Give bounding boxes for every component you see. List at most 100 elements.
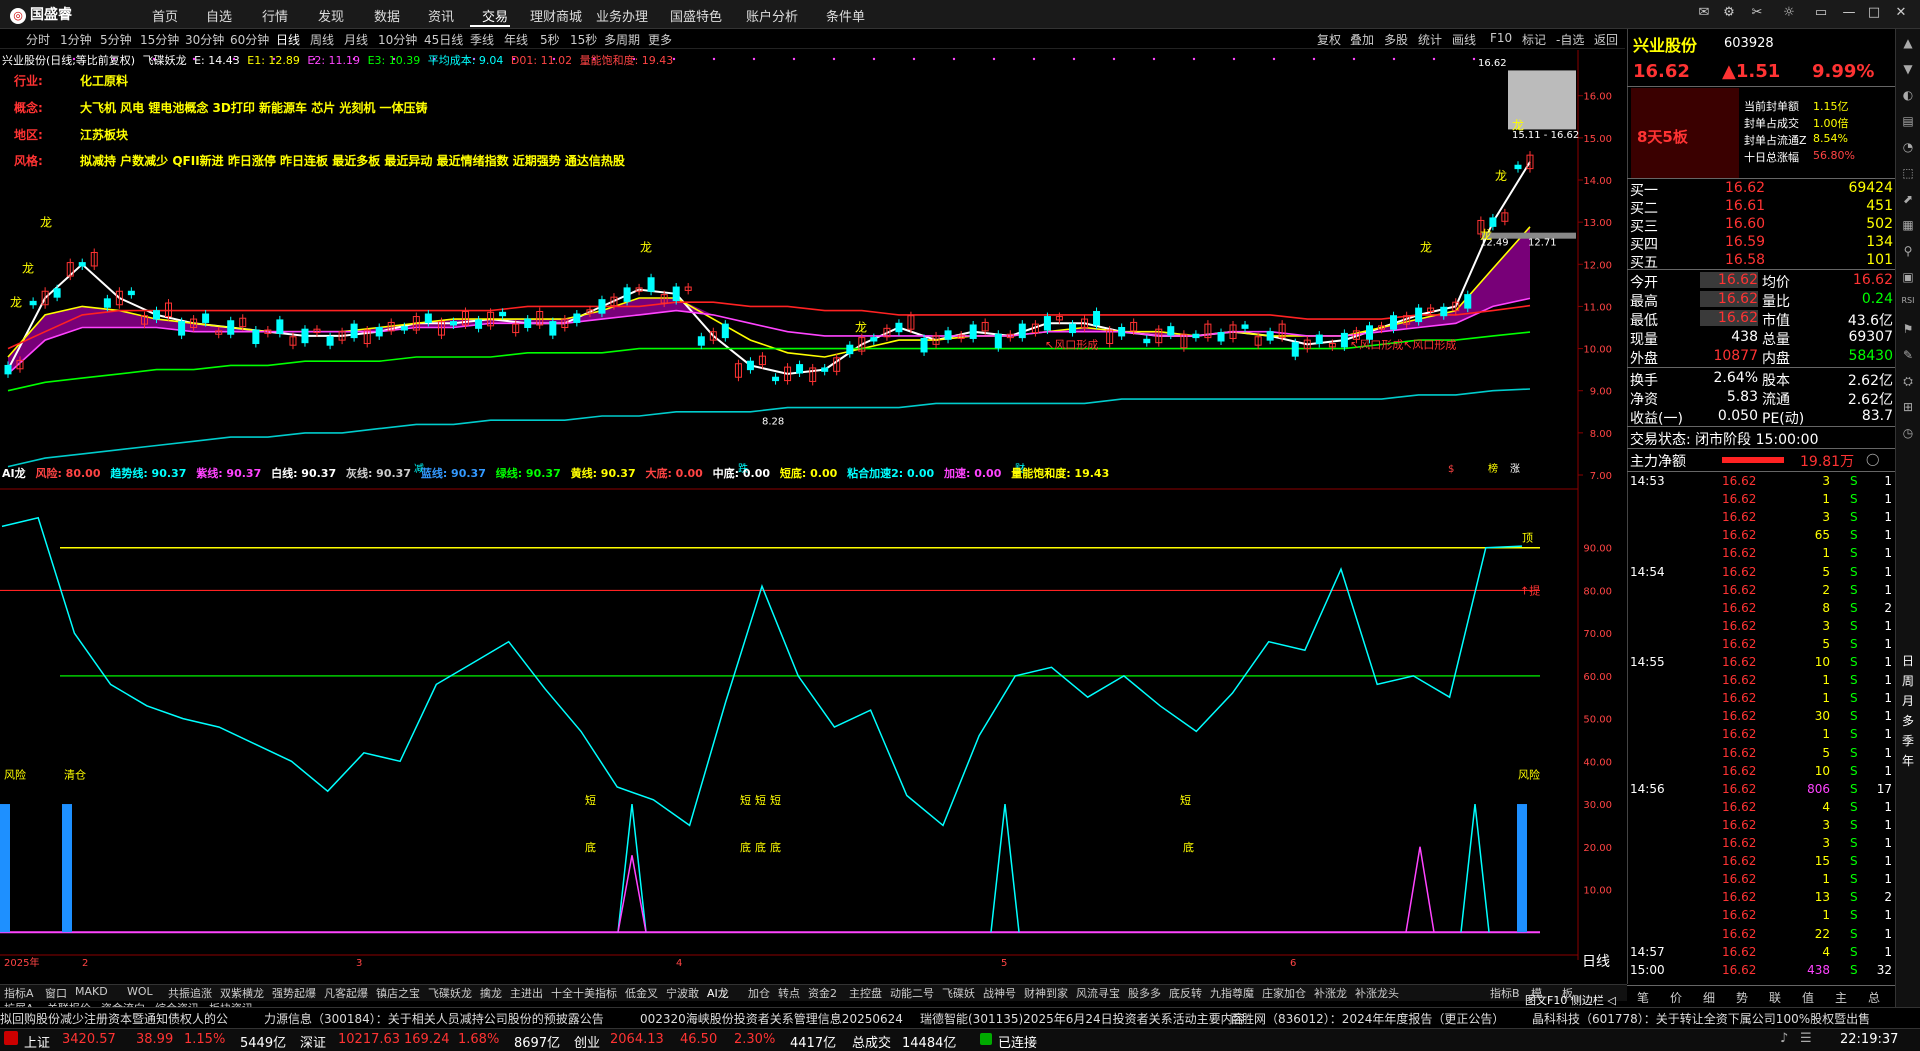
tool-3[interactable]: 统计 bbox=[1418, 31, 1442, 48]
menu-8[interactable]: 业务办理 bbox=[596, 6, 648, 25]
indicator-tab-16[interactable]: 加仓 bbox=[748, 985, 770, 1001]
quote-tab-2[interactable]: 细 bbox=[1703, 989, 1715, 1006]
indicator-tab-15[interactable]: AI龙 bbox=[707, 985, 729, 1001]
indicator-tab-23[interactable]: 财神到家 bbox=[1024, 985, 1068, 1001]
indicator-tab-19[interactable]: 主控盘 bbox=[849, 985, 882, 1001]
period-2[interactable]: 5分钟 bbox=[100, 31, 132, 48]
flow-chevron-icon[interactable]: ◯ bbox=[1866, 452, 1879, 466]
sound-icon[interactable]: ♪ bbox=[1780, 1031, 1788, 1046]
window-icon[interactable]: ⬚ bbox=[1900, 166, 1916, 182]
cy-label[interactable]: 创业 bbox=[574, 1032, 600, 1051]
menu-0[interactable]: 首页 bbox=[152, 6, 178, 25]
indicator-tab-9[interactable]: 飞碟妖龙 bbox=[428, 985, 472, 1001]
menu-4[interactable]: 数据 bbox=[374, 6, 400, 25]
period-16[interactable]: 更多 bbox=[648, 31, 672, 48]
side-period-2[interactable]: 月 bbox=[1900, 692, 1916, 708]
menu-11[interactable]: 条件单 bbox=[826, 6, 865, 25]
menu-2[interactable]: 行情 bbox=[262, 6, 288, 25]
tool-7[interactable]: -自选 bbox=[1556, 31, 1584, 48]
search-icon[interactable]: ⚲ bbox=[1900, 244, 1916, 260]
period-3[interactable]: 15分钟 bbox=[140, 31, 179, 48]
indicator-tab-31[interactable]: 指标B bbox=[1490, 985, 1520, 1001]
side-period-0[interactable]: 日 bbox=[1900, 652, 1916, 668]
tool-6[interactable]: 标记 bbox=[1522, 31, 1546, 48]
news-item-2[interactable]: 002320海峡股份投资者关系管理信息20250624 bbox=[640, 1010, 903, 1027]
news-item-1[interactable]: 力源信息（300184）：关于相关人员减持公司股份的预披露公告 bbox=[264, 1010, 604, 1027]
pen-icon[interactable]: ✎ bbox=[1900, 348, 1916, 364]
flag-icon[interactable]: ⚑ bbox=[1900, 322, 1916, 338]
trend-icon[interactable]: ⬈ bbox=[1900, 192, 1916, 208]
indicator-tab-29[interactable]: 补涨龙 bbox=[1314, 985, 1347, 1001]
side-period-3[interactable]: 多 bbox=[1900, 712, 1916, 728]
indicator-tab-4[interactable]: 共振追涨 bbox=[168, 985, 212, 1001]
up-arrow-icon[interactable]: ▲ bbox=[1900, 36, 1916, 52]
menu-9[interactable]: 国盛特色 bbox=[670, 6, 722, 25]
period-0[interactable]: 分时 bbox=[26, 31, 50, 48]
quote-tab-6[interactable]: 主 bbox=[1835, 989, 1847, 1006]
tool-0[interactable]: 复权 bbox=[1317, 31, 1341, 48]
sh-label[interactable]: 上证 bbox=[24, 1032, 50, 1051]
menu-10[interactable]: 账户分析 bbox=[746, 6, 798, 25]
tool-8[interactable]: 返回 bbox=[1594, 31, 1618, 48]
period-9[interactable]: 10分钟 bbox=[378, 31, 417, 48]
quote-tab-7[interactable]: 总 bbox=[1868, 989, 1880, 1006]
legend-indicator[interactable]: 飞碟妖龙 bbox=[143, 54, 187, 67]
indicator-tab-2[interactable]: MAKD bbox=[75, 985, 108, 998]
layout-icon[interactable]: ⊞ bbox=[1900, 400, 1916, 416]
indicator-tab-28[interactable]: 庄家加仓 bbox=[1262, 985, 1306, 1001]
period-11[interactable]: 季线 bbox=[470, 31, 494, 48]
list-icon[interactable]: ▤ bbox=[1900, 114, 1916, 130]
period-5[interactable]: 60分钟 bbox=[230, 31, 269, 48]
indicator-tab-11[interactable]: 主进出 bbox=[510, 985, 543, 1001]
period-7[interactable]: 周线 bbox=[310, 31, 334, 48]
indicator-tab-25[interactable]: 股多多 bbox=[1128, 985, 1161, 1001]
side-period-5[interactable]: 年 bbox=[1900, 752, 1916, 768]
news-item-3[interactable]: 瑞德智能(301135)2025年6月24日投资者关系活动主要内容 bbox=[920, 1010, 1245, 1027]
indicator-tab-21[interactable]: 飞碟妖 bbox=[942, 985, 975, 1001]
menu-3[interactable]: 发现 bbox=[318, 6, 344, 25]
indicator-tab-10[interactable]: 擒龙 bbox=[480, 985, 502, 1001]
tool-1[interactable]: 叠加 bbox=[1350, 31, 1374, 48]
side-period-1[interactable]: 周 bbox=[1900, 672, 1916, 688]
news-item-0[interactable]: 拟回购股份减少注册资本暨通知债权人的公 bbox=[0, 1010, 228, 1027]
close-icon[interactable]: ✕ bbox=[1892, 4, 1910, 22]
grid-icon[interactable]: ▦ bbox=[1900, 218, 1916, 234]
menu-6[interactable]: 交易 bbox=[482, 6, 508, 25]
tuwen-f10[interactable]: 图文F10 侧边栏 ◁ bbox=[1525, 992, 1616, 1008]
tool-5[interactable]: F10 bbox=[1490, 31, 1512, 45]
quote-tab-4[interactable]: 联 bbox=[1769, 989, 1781, 1006]
indicator-tab-6[interactable]: 强势起爆 bbox=[272, 985, 316, 1001]
indicator-tab-27[interactable]: 九指尊魔 bbox=[1210, 985, 1254, 1001]
menu-7[interactable]: 理财商城 bbox=[530, 6, 582, 25]
period-4[interactable]: 30分钟 bbox=[185, 31, 224, 48]
chart-canvas[interactable]: 16.00 15.00 14.00 13.00 12.00 11.00 10.00 9.00 8… bbox=[0, 50, 1627, 968]
skin-icon[interactable]: ☼ bbox=[1780, 4, 1798, 22]
indicator-tab-20[interactable]: 动能二号 bbox=[890, 985, 934, 1001]
indicator-tab-8[interactable]: 镇店之宝 bbox=[376, 985, 420, 1001]
tool-4[interactable]: 画线 bbox=[1452, 31, 1476, 48]
indicator-tab-12[interactable]: 十全十美指标 bbox=[551, 985, 617, 1001]
indicator-tab-14[interactable]: 宁波敢 bbox=[666, 985, 699, 1001]
quote-tab-3[interactable]: 势 bbox=[1736, 989, 1748, 1006]
menu-5[interactable]: 资讯 bbox=[428, 6, 454, 25]
period-1[interactable]: 1分钟 bbox=[60, 31, 92, 48]
indicator-tab-24[interactable]: 风流寻宝 bbox=[1076, 985, 1120, 1001]
tools-icon[interactable]: ⚙ bbox=[1720, 4, 1738, 22]
down-arrow-icon[interactable]: ▼ bbox=[1900, 62, 1916, 78]
indicator-tab-30[interactable]: 补涨龙头 bbox=[1355, 985, 1399, 1001]
minimize-icon[interactable]: — bbox=[1840, 4, 1858, 22]
period-15[interactable]: 多周期 bbox=[604, 31, 640, 48]
pie-icon[interactable]: ◔ bbox=[1900, 140, 1916, 156]
quote-tab-0[interactable]: 笔 bbox=[1637, 989, 1649, 1006]
indicator-tab-26[interactable]: 底反转 bbox=[1169, 985, 1202, 1001]
news-item-5[interactable]: 晶科科技（601778）：关于转让全资下属公司100%股权暨出售 bbox=[1532, 1010, 1870, 1027]
alert-icon[interactable] bbox=[4, 1031, 18, 1045]
period-12[interactable]: 年线 bbox=[504, 31, 528, 48]
indicator-tab-18[interactable]: 资金2 bbox=[808, 985, 837, 1001]
quote-tab-1[interactable]: 价 bbox=[1670, 989, 1682, 1006]
indicator-tab-1[interactable]: 窗口 bbox=[45, 985, 67, 1001]
period-6[interactable]: 日线 bbox=[276, 31, 300, 48]
quote-tab-5[interactable]: 值 bbox=[1802, 989, 1814, 1006]
maximize-icon[interactable]: □ bbox=[1865, 4, 1883, 22]
indicator-tab-17[interactable]: 转点 bbox=[778, 985, 800, 1001]
